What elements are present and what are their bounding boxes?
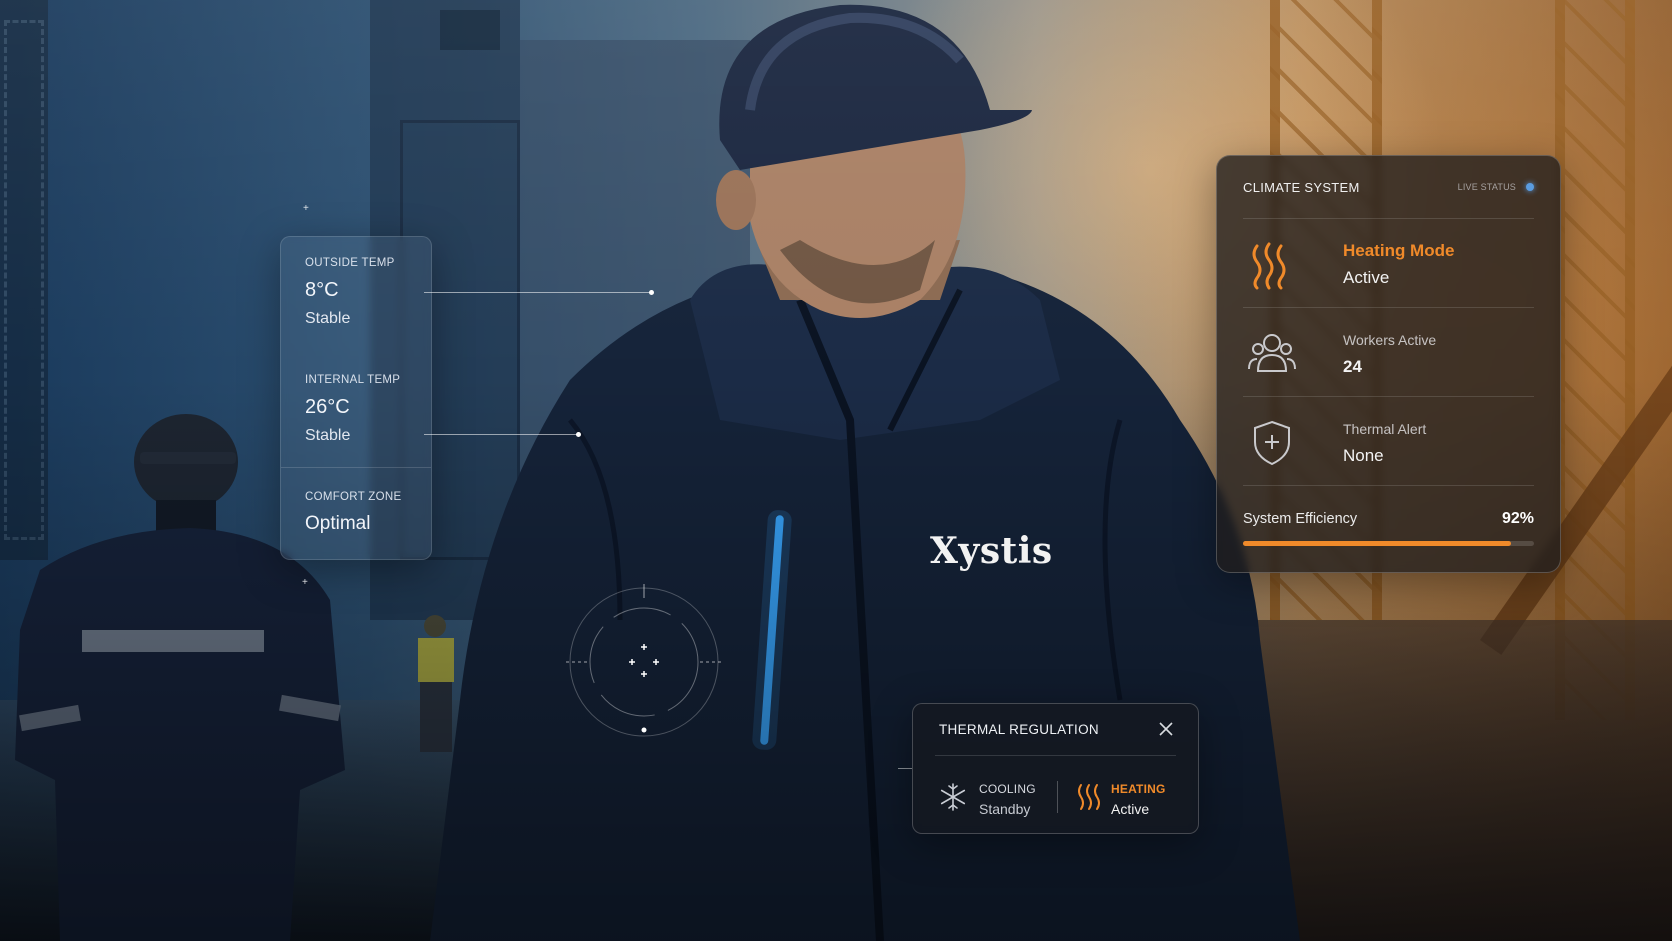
heating-status: Active bbox=[1111, 801, 1150, 817]
system-efficiency-label: System Efficiency bbox=[1243, 511, 1358, 527]
internal-temp-status: Stable bbox=[305, 427, 351, 444]
thermal-alert-label: Thermal Alert bbox=[1343, 421, 1427, 437]
climate-row-workers-active[interactable]: Workers Active 24 bbox=[1243, 307, 1534, 395]
cooling-option[interactable]: COOLING Standby bbox=[935, 764, 1053, 824]
internal-temp-value: 26°C bbox=[305, 396, 350, 418]
thermal-alert-value: None bbox=[1343, 446, 1384, 465]
live-status-label: LIVE STATUS bbox=[1457, 182, 1516, 192]
heating-mode-value: Active bbox=[1343, 268, 1390, 287]
climate-row-thermal-alert[interactable]: Thermal Alert None bbox=[1243, 396, 1534, 484]
heat-waves-icon bbox=[1252, 242, 1286, 290]
climate-system-panel: CLIMATE SYSTEM LIVE STATUS Heating Mode … bbox=[1216, 155, 1561, 573]
jacket-logo: Xystis bbox=[930, 530, 1053, 572]
climate-row-heating-mode[interactable]: Heating Mode Active bbox=[1243, 218, 1534, 306]
workers-active-value: 24 bbox=[1343, 357, 1362, 376]
comfort-zone-block: COMFORT ZONE Optimal bbox=[305, 491, 401, 535]
system-efficiency-value: 92% bbox=[1501, 510, 1534, 527]
panel-divider bbox=[281, 467, 431, 468]
system-efficiency-bar bbox=[1243, 541, 1534, 546]
panel-divider bbox=[1243, 485, 1534, 486]
thermal-regulation-panel: THERMAL REGULATION COOLING Standby HEATI… bbox=[912, 703, 1199, 834]
scene-background: Xystis OUTSIDE TEMP 8°C Stable INTERNAL … bbox=[0, 0, 1672, 941]
internal-temp-caption: INTERNAL TEMP bbox=[305, 374, 401, 386]
live-status-dot bbox=[1526, 183, 1534, 191]
outside-temp-block: OUTSIDE TEMP 8°C Stable bbox=[305, 257, 395, 328]
connector-line bbox=[424, 434, 580, 435]
connector-line bbox=[898, 768, 912, 769]
heat-waves-icon bbox=[1078, 784, 1100, 810]
environment-panel: OUTSIDE TEMP 8°C Stable INTERNAL TEMP 26… bbox=[280, 236, 432, 560]
connector-line bbox=[424, 292, 652, 293]
cooling-caption: COOLING bbox=[979, 782, 1036, 796]
system-efficiency-fill bbox=[1243, 541, 1511, 546]
comfort-zone-value: Optimal bbox=[305, 513, 371, 534]
shield-plus-icon bbox=[1254, 420, 1290, 466]
connector-dot bbox=[576, 432, 581, 437]
plus-marker-icon: + bbox=[302, 577, 308, 588]
close-icon[interactable] bbox=[1156, 719, 1176, 739]
plus-marker-icon: + bbox=[303, 203, 309, 214]
snowflake-icon bbox=[940, 783, 966, 811]
panel-divider bbox=[935, 755, 1176, 756]
climate-system-title: CLIMATE SYSTEM bbox=[1243, 180, 1360, 195]
cooling-status: Standby bbox=[979, 801, 1031, 817]
option-divider bbox=[1057, 781, 1058, 813]
thermal-regulation-title: THERMAL REGULATION bbox=[939, 722, 1099, 737]
outside-temp-value: 8°C bbox=[305, 279, 339, 301]
internal-temp-block: INTERNAL TEMP 26°C Stable bbox=[305, 374, 400, 445]
target-reticle-icon bbox=[566, 584, 722, 737]
heating-caption: HEATING bbox=[1111, 782, 1166, 796]
outside-temp-status: Stable bbox=[305, 310, 351, 327]
outside-temp-caption: OUTSIDE TEMP bbox=[305, 257, 395, 269]
connector-dot bbox=[649, 290, 654, 295]
heating-mode-label: Heating Mode bbox=[1343, 241, 1455, 260]
comfort-zone-caption: COMFORT ZONE bbox=[305, 491, 402, 503]
workers-active-label: Workers Active bbox=[1343, 332, 1437, 348]
people-icon bbox=[1248, 334, 1296, 372]
heating-option[interactable]: HEATING Active bbox=[1073, 764, 1183, 824]
